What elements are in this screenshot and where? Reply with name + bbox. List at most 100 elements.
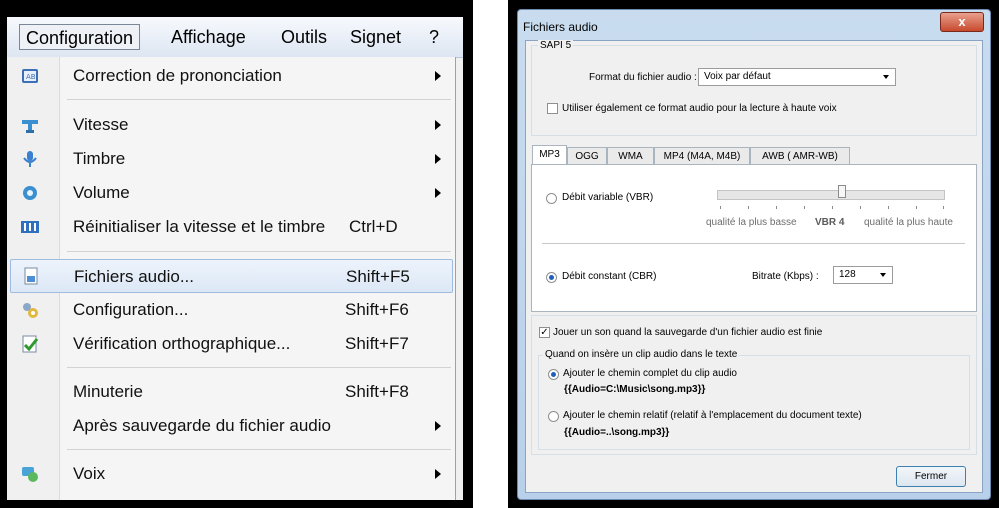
menu-affichage[interactable]: Affichage [165, 24, 252, 50]
play-sound-checkbox[interactable]: ✓ [539, 327, 550, 338]
bitrate-select-value: 128 [839, 269, 856, 280]
tab-mp3[interactable]: MP3 [532, 145, 567, 165]
slider-tick [943, 206, 944, 209]
relative-path-radio[interactable] [548, 411, 559, 422]
menu-bar: Configuration Affichage Outils Signet ? [7, 17, 463, 58]
svg-text:AB: AB [26, 73, 36, 81]
menu-item-label: Vitesse [73, 115, 129, 134]
menu-item-label: Timbre [73, 149, 126, 168]
menu-item-label: Minuterie [73, 382, 143, 401]
format-label: Format du fichier audio : [589, 72, 697, 83]
dropdown-arrow-icon [880, 273, 886, 277]
menu-item-label: Volume [73, 183, 130, 202]
menu-item-label: Correction de prononciation [73, 66, 282, 85]
bitrate-select[interactable]: 128 [833, 266, 893, 284]
menu-signet[interactable]: Signet [344, 24, 407, 50]
menu-item-label: Après sauvegarde du fichier audio [73, 416, 331, 435]
submenu-arrow-icon [435, 154, 441, 164]
menu-item-vitesse[interactable]: Vitesse [7, 108, 455, 142]
format-select[interactable]: Voix par défaut [698, 68, 896, 86]
menu-separator [67, 367, 451, 368]
sapi-group [531, 45, 977, 136]
menu-item-label: Fichiers audio... [74, 267, 194, 286]
slider-tick [776, 206, 777, 209]
speed-icon [22, 120, 38, 133]
voice-icon [22, 467, 38, 482]
audio-file-icon [24, 267, 38, 285]
dialog-body: SAPI 5 Format du fichier audio : Voix pa… [525, 40, 983, 493]
divider [542, 243, 965, 244]
dialog-title: Fichiers audio [523, 20, 598, 34]
vbr-label: Débit variable (VBR) [562, 192, 654, 203]
close-button[interactable]: x [940, 12, 984, 32]
menu-item-label: Vérification orthographique... [73, 334, 291, 353]
menu-item-volume[interactable]: Volume [7, 176, 455, 210]
submenu-arrow-icon [435, 71, 441, 81]
vbr-slider-track[interactable] [717, 190, 945, 200]
slider-min-label: qualité la plus basse [706, 217, 797, 228]
menu-item-apres-sauvegarde[interactable]: Après sauvegarde du fichier audio [7, 409, 455, 443]
tab-awb[interactable]: AWB ( AMR-WB) [750, 147, 850, 165]
menu-screenshot: Configuration Affichage Outils Signet ? … [0, 0, 473, 508]
menu-item-shortcut: Shift+F6 [345, 300, 409, 319]
slider-tick [860, 206, 861, 209]
vbr-slider-thumb[interactable] [838, 185, 846, 198]
dialog-screenshot: Fichiers audio x SAPI 5 Format du fichie… [508, 0, 999, 508]
also-use-label: Utiliser également ce format audio pour … [562, 103, 837, 114]
full-path-radio[interactable] [548, 369, 559, 380]
tab-ogg[interactable]: OGG [567, 147, 607, 165]
menu-item-shortcut: Shift+F8 [345, 382, 409, 401]
cbr-radio[interactable] [546, 272, 557, 283]
submenu-arrow-icon [435, 188, 441, 198]
submenu-arrow-icon [435, 469, 441, 479]
slider-max-label: qualité la plus haute [864, 217, 953, 228]
menu-item-verification[interactable]: Vérification orthographique... Shift+F7 [7, 327, 455, 361]
configuration-dropdown: AB Correction de prononciation Vitesse T… [7, 57, 456, 500]
menu-item-reinitialiser[interactable]: Réinitialiser la vitesse et le timbre Ct… [7, 210, 455, 244]
slider-tick [916, 206, 917, 209]
cbr-label: Débit constant (CBR) [562, 271, 657, 282]
slider-tick [832, 206, 833, 209]
microphone-icon [23, 151, 37, 167]
menu-item-minuterie[interactable]: Minuterie Shift+F8 [7, 375, 455, 409]
spellcheck-icon [22, 335, 39, 353]
menu-outils[interactable]: Outils [275, 24, 333, 50]
menu-item-correction-prononciation[interactable]: AB Correction de prononciation [7, 59, 455, 93]
pronunciation-icon: AB [22, 69, 38, 83]
full-path-label: Ajouter le chemin complet du clip audio [563, 368, 737, 379]
tab-wma[interactable]: WMA [607, 147, 654, 165]
menu-item-configuration[interactable]: Configuration... Shift+F6 [7, 293, 455, 327]
vbr-radio[interactable] [546, 193, 557, 204]
fichiers-audio-dialog: Fichiers audio x SAPI 5 Format du fichie… [517, 9, 991, 500]
slider-tick [748, 206, 749, 209]
slider-tick [888, 206, 889, 209]
play-sound-label: Jouer un son quand la sauvegarde d'un fi… [553, 327, 823, 338]
menu-help[interactable]: ? [423, 24, 445, 50]
relative-path-label: Ajouter le chemin relatif (relatif à l'e… [563, 410, 862, 421]
slider-value-label: VBR 4 [815, 217, 845, 228]
relative-path-example: {{Audio=..\song.mp3}} [564, 427, 670, 438]
menu-window: Configuration Affichage Outils Signet ? … [7, 17, 463, 500]
dropdown-arrow-icon [883, 75, 889, 79]
menu-item-timbre[interactable]: Timbre [7, 142, 455, 176]
menu-item-label: Configuration... [73, 300, 189, 319]
also-use-checkbox[interactable] [547, 103, 558, 114]
fermer-button[interactable]: Fermer [896, 466, 966, 487]
menu-item-voix[interactable]: Voix [7, 457, 455, 491]
menu-separator [67, 99, 451, 100]
format-select-value: Voix par défaut [704, 71, 771, 82]
menu-item-shortcut: Ctrl+D [349, 217, 398, 236]
menu-item-label: Réinitialiser la vitesse et le timbre [73, 217, 326, 236]
menu-configuration[interactable]: Configuration [19, 24, 141, 50]
full-path-example: {{Audio=C:\Music\song.mp3}} [564, 384, 706, 395]
equalizer-icon [21, 221, 39, 233]
slider-tick [804, 206, 805, 209]
tab-mp4[interactable]: MP4 (M4A, M4B) [654, 147, 750, 165]
sapi-group-label: SAPI 5 [538, 40, 574, 51]
menu-item-fichiers-audio[interactable]: Fichiers audio... Shift+F5 [10, 259, 453, 293]
menu-item-shortcut: Shift+F5 [346, 267, 410, 286]
menu-item-label: Voix [73, 464, 106, 483]
slider-tick [720, 206, 721, 209]
mp3-tab-page: Débit variable (VBR) qualité la plus bas… [531, 164, 977, 312]
submenu-arrow-icon [435, 421, 441, 431]
